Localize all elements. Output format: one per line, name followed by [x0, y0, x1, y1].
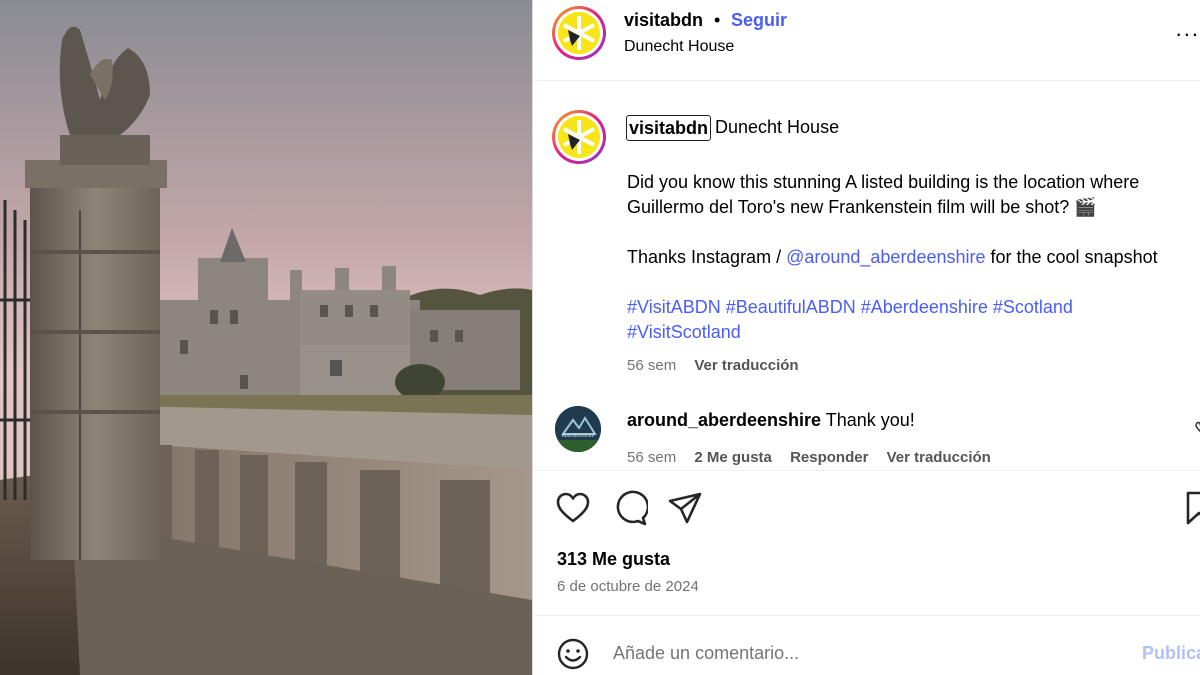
post-photo[interactable]: [0, 0, 532, 675]
comment-likes-button[interactable]: 2 Me gusta: [694, 449, 772, 466]
caption-thanks-prefix: Thanks Instagram /: [627, 247, 787, 267]
post-detail-panel: visitabdn • Seguir Dunecht House ... vis…: [532, 0, 1200, 675]
comment-avatar[interactable]: Aberdeenshire: [555, 406, 601, 452]
comment-body: around_aberdeenshire Thank you!: [627, 410, 915, 431]
caption-meta: 56 sem Ver traducción: [627, 353, 1158, 378]
more-options-button[interactable]: ...: [1176, 16, 1200, 42]
visitabdn-logo-icon: [558, 12, 600, 54]
caption-line-2: Guillermo del Toro's new Frankenstein fi…: [627, 197, 1097, 217]
caption-time[interactable]: 56 sem: [627, 357, 676, 374]
hashtags-line-2[interactable]: #VisitScotland: [627, 320, 1158, 345]
bookmark-icon[interactable]: [1181, 490, 1200, 526]
publish-button[interactable]: Publicar: [1142, 643, 1200, 664]
comment-icon[interactable]: [612, 490, 648, 526]
caption-translate-button[interactable]: Ver traducción: [694, 357, 798, 374]
comment-time[interactable]: 56 sem: [627, 449, 676, 466]
likes-count[interactable]: 313 Me gusta: [557, 549, 670, 570]
header-divider: [533, 80, 1200, 81]
comment-text: Thank you!: [825, 410, 915, 430]
comment-like-heart-icon[interactable]: [1195, 420, 1200, 432]
instagram-post-view: visitabdn • Seguir Dunecht House ... vis…: [0, 0, 1200, 675]
emoji-icon[interactable]: [556, 637, 590, 671]
follow-button[interactable]: Seguir: [731, 10, 787, 31]
caption-avatar[interactable]: [552, 110, 606, 164]
actions-divider: [533, 470, 1200, 471]
header-avatar[interactable]: [552, 6, 606, 60]
caption-line-1: Did you know this stunning A listed buil…: [627, 172, 1140, 192]
reply-button[interactable]: Responder: [790, 449, 868, 466]
castle-photo-image: [0, 0, 532, 675]
caption-thanks: Thanks Instagram / @around_aberdeenshire…: [627, 245, 1158, 270]
comment-username[interactable]: around_aberdeenshire: [627, 410, 821, 430]
post-date[interactable]: 6 de octubre de 2024: [557, 578, 699, 595]
comment-input[interactable]: [613, 643, 1093, 664]
comment-meta: 56 sem 2 Me gusta Responder Ver traducci…: [627, 449, 991, 466]
hashtags-line-1[interactable]: #VisitABDN #BeautifulABDN #Aberdeenshire…: [627, 295, 1158, 320]
comment-avatar-label: Aberdeenshire: [562, 433, 595, 439]
header-username[interactable]: visitabdn: [624, 10, 703, 31]
comment-translate-button[interactable]: Ver traducción: [887, 449, 991, 466]
caption-thanks-suffix: for the cool snapshot: [985, 247, 1158, 267]
visitabdn-logo-icon: [558, 116, 600, 158]
header-location[interactable]: Dunecht House: [624, 38, 734, 56]
share-icon[interactable]: [667, 490, 703, 526]
input-divider: [533, 615, 1200, 616]
heart-icon[interactable]: [555, 490, 591, 526]
caption-username[interactable]: visitabdn: [626, 115, 712, 141]
caption-location: Dunecht House: [715, 117, 840, 137]
mention-link[interactable]: @around_aberdeenshire: [786, 247, 985, 267]
header-separator: •: [714, 10, 721, 30]
caption-text: Did you know this stunning A listed buil…: [627, 170, 1158, 378]
